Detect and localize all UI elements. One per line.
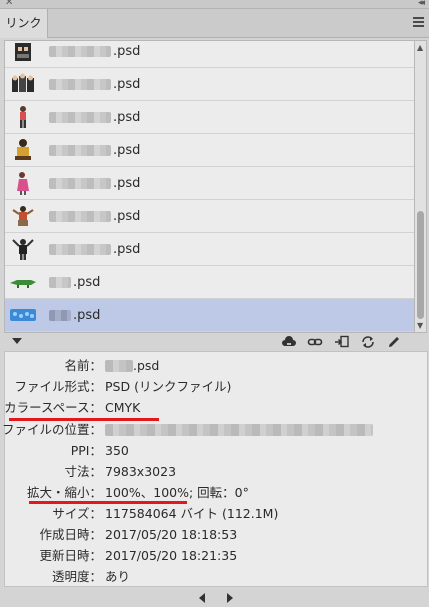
info-row-transparency: 透明度： あり	[5, 568, 429, 590]
scroll-down-icon[interactable]: ▼	[417, 321, 423, 330]
transparency-label: 透明度：	[51, 569, 102, 584]
relink-icon[interactable]	[307, 335, 323, 349]
edit-original-icon[interactable]	[386, 335, 402, 349]
colorspace-value: CMYK	[105, 400, 141, 415]
list-item-selected[interactable]: .psd	[5, 299, 414, 332]
previous-link-icon[interactable]	[199, 593, 205, 603]
filename-redacted	[49, 178, 111, 189]
goto-link-icon[interactable]	[334, 335, 350, 349]
filename-extension: .psd	[113, 143, 141, 158]
list-item[interactable]: .psd	[5, 266, 414, 299]
list-item[interactable]: .psd	[5, 200, 414, 233]
info-row-format: ファイル形式： PSD (リンクファイル)	[5, 378, 429, 400]
filename-extension: .psd	[73, 275, 101, 290]
location-redacted	[105, 424, 373, 436]
location-label: ファイルの位置：	[1, 422, 102, 437]
list-item[interactable]: .psd	[5, 233, 414, 266]
name-value: .psd	[105, 357, 159, 375]
scale-annotation-underline	[29, 501, 187, 504]
list-item[interactable]: .psd	[5, 68, 414, 101]
filename-redacted	[49, 277, 71, 288]
info-row-name: 名前： .psd	[5, 357, 429, 379]
info-row-ppi: PPI： 350	[5, 442, 429, 464]
filename-extension: .psd	[113, 176, 141, 191]
scrollbar-thumb[interactable]	[417, 211, 424, 319]
next-link-icon[interactable]	[227, 593, 233, 603]
dimensions-value: 7983x3023	[105, 464, 177, 479]
figure-group-thumbnail	[12, 73, 34, 92]
blue-pattern-thumbnail	[10, 309, 36, 321]
panel-title-bar: ✕ ◂◂	[0, 0, 429, 9]
filename-extension: .psd	[113, 209, 141, 224]
filename-redacted	[49, 310, 71, 321]
location-value	[105, 421, 373, 439]
panel-menu-icon[interactable]	[413, 17, 425, 29]
modified-value: 2017/05/20 18:21:35	[105, 548, 238, 563]
filename-redacted	[49, 79, 111, 90]
crocodile-thumbnail	[10, 280, 36, 288]
show-link-info-toggle-icon[interactable]	[12, 338, 22, 344]
list-scrollbar[interactable]: ▲ ▼	[415, 40, 427, 333]
list-item[interactable]: .psd	[5, 134, 414, 167]
figure-standing-thumbnail	[20, 106, 26, 128]
info-row-created: 作成日時： 2017/05/20 18:18:53	[5, 526, 429, 548]
name-redacted	[105, 360, 133, 372]
tab-links[interactable]: リンク	[0, 9, 48, 38]
format-value: PSD (リンクファイル)	[105, 379, 232, 394]
colorspace-label: カラースペース：	[4, 400, 102, 415]
scale-percent: 100%、100%	[105, 485, 189, 500]
panel-tab-bar: リンク	[0, 9, 429, 38]
info-row-location: ファイルの位置：	[1, 421, 429, 443]
link-info-pager	[0, 590, 429, 607]
list-item[interactable]: .psd	[5, 101, 414, 134]
info-row-dimensions: 寸法： 7983x3023	[5, 463, 429, 485]
modified-label: 更新日時：	[39, 548, 102, 563]
close-icon[interactable]: ✕	[5, 0, 13, 9]
collapse-panel-icon[interactable]: ◂◂	[418, 0, 425, 9]
filename-redacted	[49, 244, 111, 255]
links-toolbar	[0, 335, 429, 350]
figure-pink-thumbnail	[17, 172, 29, 195]
ppi-label: PPI：	[70, 443, 102, 458]
figure-arms-up-thumbnail	[12, 239, 34, 260]
link-info-panel: 名前： .psd ファイル形式： PSD (リンクファイル) カラースペース： …	[1, 351, 429, 590]
figure-seated-thumbnail	[15, 139, 31, 160]
filename-extension: .psd	[73, 308, 101, 323]
filename-extension: .psd	[113, 77, 141, 92]
created-value: 2017/05/20 18:18:53	[105, 527, 238, 542]
scale-label: 拡大・縮小：	[26, 485, 102, 500]
links-list[interactable]: .psd .psd .psd .psd .psd .psd .psd .psd …	[4, 40, 415, 333]
cloud-link-icon[interactable]	[281, 335, 297, 349]
filename-redacted	[49, 145, 111, 156]
size-value: 117584064 バイト (112.1M)	[105, 506, 279, 521]
info-row-size: サイズ： 117584064 バイト (112.1M)	[5, 505, 429, 527]
dimensions-label: 寸法：	[64, 464, 102, 479]
size-label: サイズ：	[52, 506, 102, 521]
scale-value: 100%、100%; 回転：0°	[105, 484, 249, 502]
filename-redacted	[49, 46, 111, 57]
filename-redacted	[49, 211, 111, 222]
filename-extension: .psd	[113, 44, 141, 59]
figure-dancer-thumbnail	[12, 206, 34, 226]
update-link-icon[interactable]	[360, 335, 376, 349]
transparency-value: あり	[105, 569, 131, 584]
list-item[interactable]: .psd	[5, 167, 414, 200]
figure-group-thumbnail	[15, 43, 31, 61]
filename-extension: .psd	[113, 242, 141, 257]
ppi-value: 350	[105, 443, 129, 458]
filename-redacted	[49, 112, 111, 123]
info-row-modified: 更新日時： 2017/05/20 18:21:35	[5, 547, 429, 569]
list-item[interactable]: .psd	[5, 41, 414, 68]
name-extension: .psd	[133, 358, 160, 373]
filename-extension: .psd	[113, 110, 141, 125]
created-label: 作成日時：	[39, 527, 102, 542]
scroll-up-icon[interactable]: ▲	[417, 43, 423, 52]
name-label: 名前：	[64, 358, 102, 373]
rotation-value: ; 回転：0°	[188, 485, 249, 500]
format-label: ファイル形式：	[14, 379, 102, 394]
